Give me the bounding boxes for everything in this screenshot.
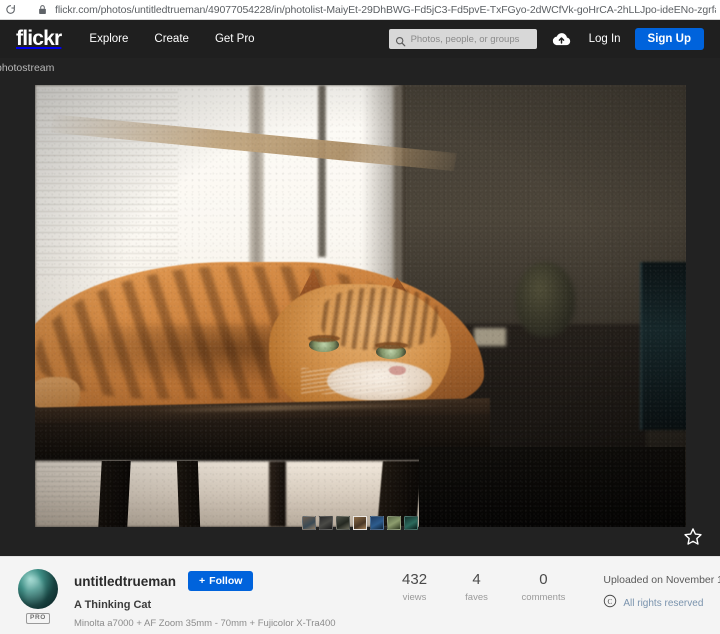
photo-thumbnail-strip	[0, 516, 720, 530]
thumbnail-1[interactable]	[302, 516, 316, 530]
main-photo[interactable]	[34, 85, 686, 527]
photo-canvas	[34, 85, 686, 527]
search-box[interactable]	[388, 29, 537, 49]
thumbnail-3[interactable]	[336, 516, 350, 530]
primary-nav: Explore Create Get Pro	[89, 33, 254, 45]
rights-row: C All rights reserved	[603, 594, 720, 613]
breadcrumb-photostream[interactable]: photostream	[0, 62, 54, 74]
upload-date: Uploaded on November 17, 2019	[603, 574, 720, 586]
photo-meta: Uploaded on November 17, 2019 C All righ…	[603, 569, 720, 613]
thumbnail-4[interactable]	[353, 516, 367, 530]
photo-stage	[0, 78, 720, 556]
flickr-logo[interactable]: flickr	[16, 27, 62, 51]
follow-button-label: Follow	[209, 575, 243, 587]
stat-views-label: views	[402, 591, 427, 603]
owner-block: PRO untitledtrueman + Follow A Thinking …	[14, 569, 336, 629]
browser-url-bar[interactable]: flickr.com/photos/untitledtrueman/490770…	[0, 0, 720, 20]
nav-link-get-pro[interactable]: Get Pro	[215, 33, 255, 45]
photo-description: Minolta a7000 + AF Zoom 35mm - 70mm + Fu…	[74, 618, 336, 629]
pro-badge: PRO	[26, 613, 50, 624]
stat-faves-value: 4	[472, 571, 481, 588]
rights-link[interactable]: All rights reserved	[623, 598, 703, 609]
thumbnail-5[interactable]	[370, 516, 384, 530]
star-outline-icon[interactable]	[682, 526, 704, 548]
stat-views[interactable]: 432 views	[398, 571, 432, 603]
photo-title: A Thinking Cat	[74, 599, 152, 611]
login-link[interactable]: Log In	[589, 33, 621, 45]
stat-comments[interactable]: 0 comments	[521, 571, 566, 603]
breadcrumb: photostream	[0, 58, 720, 78]
owner-text: untitledtrueman + Follow A Thinking Cat …	[74, 569, 336, 629]
copyright-icon: C	[603, 594, 617, 613]
owner-row: untitledtrueman + Follow	[74, 571, 336, 591]
search-input[interactable]	[410, 33, 531, 45]
photo-stats: 432 views 4 faves 0 comments	[398, 569, 566, 603]
follow-button[interactable]: + Follow	[188, 571, 254, 591]
stat-comments-label: comments	[521, 591, 566, 603]
site-header: flickr Explore Create Get Pro Log In Sig…	[0, 20, 720, 58]
reload-icon[interactable]	[4, 4, 16, 16]
photo-info-bar: PRO untitledtrueman + Follow A Thinking …	[0, 556, 720, 634]
stat-faves[interactable]: 4 faves	[460, 571, 494, 603]
lock-icon[interactable]	[34, 4, 50, 15]
owner-name-link[interactable]: untitledtrueman	[74, 574, 176, 589]
svg-text:C: C	[608, 597, 613, 606]
avatar-column: PRO	[14, 569, 62, 624]
stat-faves-label: faves	[465, 591, 488, 603]
signup-button[interactable]: Sign Up	[634, 28, 704, 50]
flickr-logo-text: flickr	[16, 27, 62, 50]
search-icon	[395, 34, 406, 46]
thumbnail-7[interactable]	[404, 516, 418, 530]
nav-link-explore[interactable]: Explore	[89, 33, 128, 45]
stat-views-value: 432	[402, 571, 428, 588]
url-text[interactable]: flickr.com/photos/untitledtrueman/490770…	[55, 4, 716, 16]
thumbnail-6[interactable]	[387, 516, 401, 530]
avatar[interactable]	[18, 569, 58, 609]
nav-link-create[interactable]: Create	[154, 33, 189, 45]
plus-icon: +	[199, 575, 206, 587]
thumbnail-2[interactable]	[319, 516, 333, 530]
upload-cloud-icon[interactable]	[551, 29, 573, 49]
stat-comments-value: 0	[539, 571, 548, 588]
